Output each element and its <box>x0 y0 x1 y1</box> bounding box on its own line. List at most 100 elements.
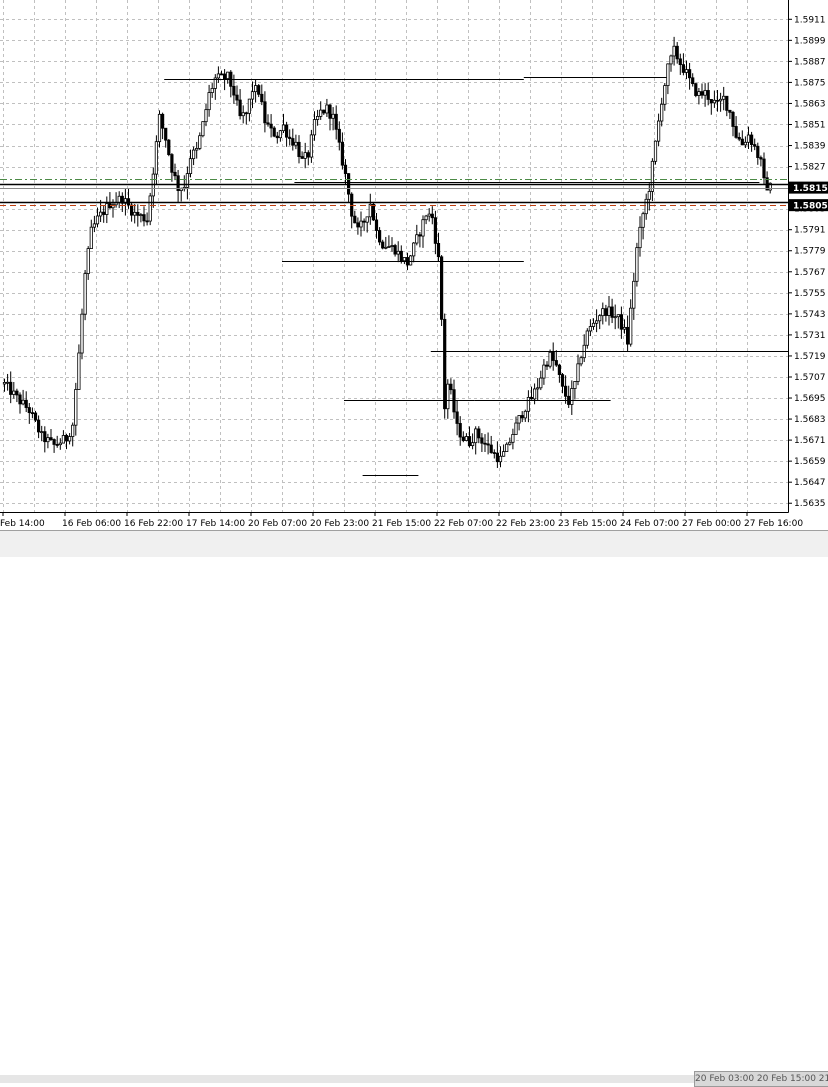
candle-body-bull <box>247 98 251 114</box>
candle-body-bull <box>511 434 515 443</box>
candle-body-bear <box>449 383 453 391</box>
candle-body-bull <box>80 313 84 354</box>
candle <box>167 138 171 157</box>
candle-body-bull <box>743 141 748 146</box>
candle-body-bear <box>266 122 270 125</box>
candle <box>635 242 639 287</box>
candle-body-bear <box>170 154 174 173</box>
candle-body-bear <box>492 452 496 454</box>
candle-body-bull <box>508 441 512 445</box>
candle-body-bull <box>712 99 717 104</box>
candle-body-bear <box>129 204 134 216</box>
candle-body-bear <box>381 241 385 249</box>
candle-body-bull <box>250 91 255 100</box>
candle-body-bear <box>102 211 106 215</box>
candle-body-bull <box>576 363 580 382</box>
time-tick-label: 27 Feb 00:00 <box>682 519 741 529</box>
candle-body-bull <box>390 245 394 247</box>
candle-body-bull <box>315 115 320 120</box>
candle-body-bull <box>650 160 655 192</box>
candle-body-bull <box>573 381 577 389</box>
plot-area <box>0 0 788 512</box>
candle-body-bull <box>663 85 667 105</box>
candle-body-bear <box>219 73 224 76</box>
price-tick-label: 1.5839 <box>794 142 826 152</box>
candle-body-bull <box>198 135 202 149</box>
candle-body-bull <box>598 315 602 322</box>
candle-body-bear <box>604 308 608 316</box>
candle-body-bull <box>21 399 25 405</box>
candle-body-bear <box>694 83 698 96</box>
candle-body-bear <box>688 69 692 79</box>
candle-body-bear <box>393 245 397 255</box>
price-tick-label: 1.5767 <box>794 268 826 278</box>
candle <box>148 192 152 226</box>
candle-body-bull <box>133 211 137 216</box>
candle-body-bear <box>443 318 447 410</box>
candle-body-bear <box>340 141 345 166</box>
candle-body-bull <box>2 381 7 385</box>
price-tick-label: 1.5851 <box>794 120 826 130</box>
candle-body-bull <box>188 158 193 174</box>
candle-body-bear <box>477 428 481 439</box>
candle-body-bull <box>722 95 726 100</box>
candle-body-bear <box>269 123 273 129</box>
price-tick-label: 1.5863 <box>794 99 826 109</box>
time-tick-label: 21 Feb 15:00 <box>372 519 431 529</box>
candle-body-bear <box>455 411 459 424</box>
candle-body-bull <box>294 141 298 146</box>
candle-body-bull <box>719 98 723 102</box>
candle-body-bull <box>517 415 521 424</box>
candle-body-bear <box>691 77 695 85</box>
horizontal-scrollbar-thumb[interactable]: 20 Feb 03:00 20 Feb 15:00 21 F <box>694 1071 828 1087</box>
candle-body-bull <box>71 424 75 437</box>
chart-scroll-area: 20 Feb 03:00 20 Feb 15:00 21 F <box>0 530 828 1087</box>
horizontal-scrollbar-track[interactable] <box>0 1075 694 1083</box>
candle-body-bull <box>536 387 540 390</box>
candle-body-bear <box>160 113 165 129</box>
price-tick-label: 1.5719 <box>794 352 826 362</box>
candle-body-bull <box>6 381 10 384</box>
candle-body-bull <box>498 455 503 463</box>
candle-body-bull <box>95 215 100 225</box>
forex-candlestick-chart[interactable]: 1.5911 1.5899 1.5887 1.5875 1.5863 1.5851 1.58… <box>0 0 828 556</box>
candle-body-bear <box>288 136 292 139</box>
candle-body-bull <box>548 351 552 367</box>
price-tick-label: 1.5827 <box>794 163 826 173</box>
candle-body-bull <box>99 211 103 217</box>
price-tick-label: 1.5647 <box>794 478 826 488</box>
chart-canvas[interactable]: 1.5911 1.5899 1.5887 1.5875 1.5863 1.5851 1.58… <box>0 0 828 530</box>
time-tick-label: Feb 14:00 <box>0 519 45 529</box>
candle-body-bear <box>30 412 35 415</box>
price-tick-label: 1.5911 <box>794 15 826 25</box>
candle <box>408 254 413 266</box>
candle <box>439 255 444 327</box>
candle-body-bear <box>306 152 310 158</box>
candle-body-bear <box>64 435 69 442</box>
candle-body-bull <box>684 69 689 73</box>
candle-body-bull <box>672 45 676 57</box>
price-tick-label: 1.5887 <box>794 57 826 67</box>
candle-body-bear <box>55 444 59 446</box>
candle-body-bull <box>207 92 211 111</box>
candle-body-bull <box>595 320 599 324</box>
candle-body-bear <box>551 351 555 361</box>
candle-body-bull <box>303 152 307 159</box>
candle-body-bull <box>632 280 636 309</box>
price-marker-label: 1.5805 <box>793 202 828 212</box>
candle-body-bear <box>610 306 614 318</box>
candle-body-bear <box>731 111 735 127</box>
candle-body-bull <box>312 119 317 136</box>
candle-body-bull <box>89 226 93 249</box>
candle-body-bear <box>337 128 341 143</box>
candle-body-bear <box>545 364 549 367</box>
candle-body-bear <box>167 139 171 155</box>
candle-body-bull <box>402 257 407 262</box>
candle-body-bear <box>436 242 441 258</box>
price-tick-label: 1.5683 <box>794 415 826 425</box>
current-price-marker: 1.5815 <box>789 181 828 194</box>
candle-body-bull <box>195 148 199 151</box>
candle-body-bull <box>148 195 152 222</box>
candle-body-bear <box>557 364 562 375</box>
candle-body-bull <box>542 364 546 379</box>
